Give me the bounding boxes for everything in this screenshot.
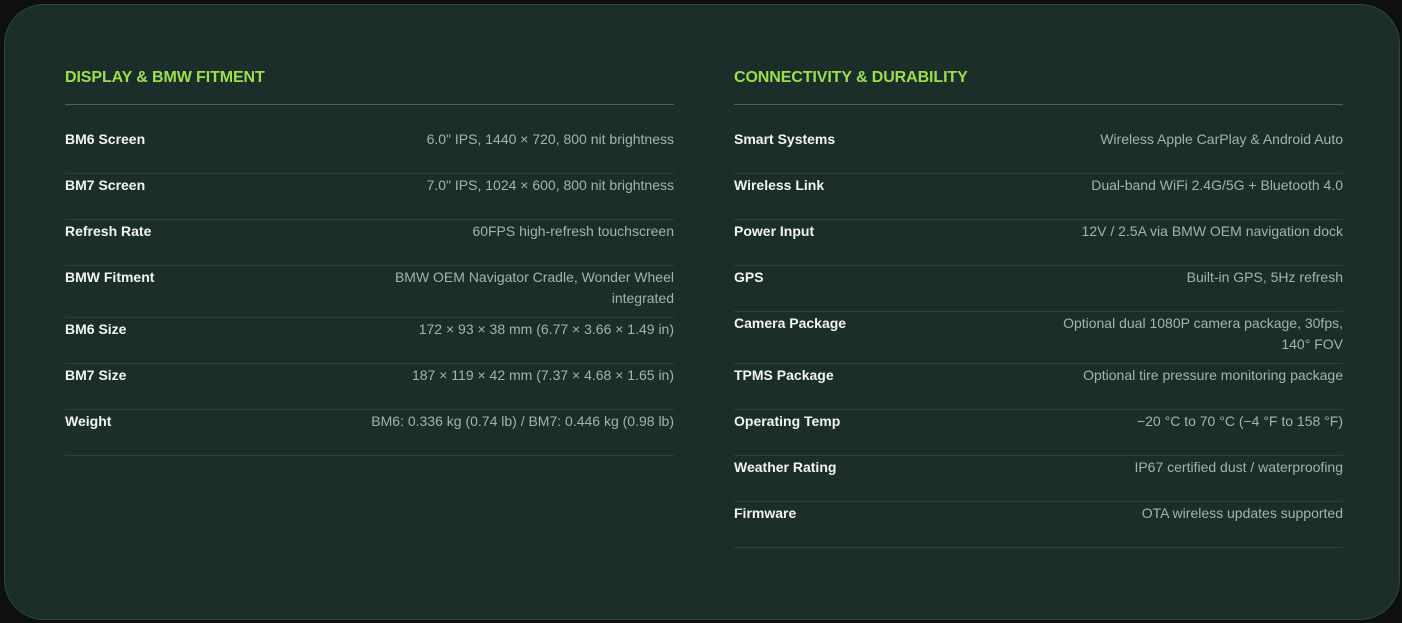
spec-row-camera-package: Camera Package Optional dual 1080P camer… (734, 312, 1343, 364)
spec-row-bm6-size: BM6 Size 172 × 93 × 38 mm (6.77 × 3.66 ×… (65, 318, 674, 364)
spec-value: Built-in GPS, 5Hz refresh (1186, 269, 1343, 285)
spec-label: Weather Rating (734, 459, 837, 475)
section-title-connectivity-durability: CONNECTIVITY & DURABILITY (734, 69, 968, 86)
spec-row-operating-temp: Operating Temp −20 °C to 70 °C (−4 °F to… (734, 410, 1343, 456)
display-fitment-section: DISPLAY & BMW FITMENT BM6 Screen 6.0" IP… (65, 69, 674, 456)
spec-label: Firmware (734, 505, 797, 521)
spec-value: Dual-band WiFi 2.4G/5G + Bluetooth 4.0 (1091, 177, 1343, 193)
spec-row-firmware: Firmware OTA wireless updates supported (734, 502, 1343, 548)
spec-label: Operating Temp (734, 413, 841, 429)
spec-list-right: Smart Systems Wireless Apple CarPlay & A… (734, 128, 1343, 548)
spec-label: BM6 Screen (65, 131, 146, 147)
title-divider (734, 104, 1343, 105)
spec-value: 7.0" IPS, 1024 × 600, 800 nit brightness (426, 177, 674, 193)
spec-label: Weight (65, 413, 112, 429)
spec-value: OTA wireless updates supported (1141, 505, 1343, 521)
spec-label: TPMS Package (734, 367, 834, 383)
spec-label: BM6 Size (65, 321, 127, 337)
spec-row-power-input: Power Input 12V / 2.5A via BMW OEM navig… (734, 220, 1343, 266)
spec-row-gps: GPS Built-in GPS, 5Hz refresh (734, 266, 1343, 312)
spec-value: −20 °C to 70 °C (−4 °F to 158 °F) (1136, 413, 1343, 429)
specs-panel: DISPLAY & BMW FITMENT BM6 Screen 6.0" IP… (4, 4, 1400, 620)
spec-label: Power Input (734, 223, 815, 239)
spec-row-refresh-rate: Refresh Rate 60FPS high-refresh touchscr… (65, 220, 674, 266)
spec-label: Wireless Link (734, 177, 825, 193)
spec-value: IP67 certified dust / waterproofing (1134, 459, 1343, 475)
spec-value: Optional tire pressure monitoring packag… (1083, 367, 1343, 383)
spec-row-bm7-size: BM7 Size 187 × 119 × 42 mm (7.37 × 4.68 … (65, 364, 674, 410)
spec-value: 187 × 119 × 42 mm (7.37 × 4.68 × 1.65 in… (411, 367, 674, 383)
spec-row-smart-systems: Smart Systems Wireless Apple CarPlay & A… (734, 128, 1343, 174)
spec-list-left: BM6 Screen 6.0" IPS, 1440 × 720, 800 nit… (65, 128, 674, 456)
spec-label: BMW Fitment (65, 269, 155, 285)
spec-value: Wireless Apple CarPlay & Android Auto (1100, 131, 1343, 147)
spec-row-wireless-link: Wireless Link Dual-band WiFi 2.4G/5G + B… (734, 174, 1343, 220)
spec-value: 172 × 93 × 38 mm (6.77 × 3.66 × 1.49 in) (418, 321, 674, 337)
spec-value: 60FPS high-refresh touchscreen (472, 223, 674, 239)
spec-label: Camera Package (734, 315, 847, 331)
spec-row-bm6-screen: BM6 Screen 6.0" IPS, 1440 × 720, 800 nit… (65, 128, 674, 174)
spec-label: GPS (734, 269, 764, 285)
spec-row-tpms-package: TPMS Package Optional tire pressure moni… (734, 364, 1343, 410)
spec-label: BM7 Screen (65, 177, 146, 193)
spec-label: Refresh Rate (65, 223, 152, 239)
spec-value: 6.0" IPS, 1440 × 720, 800 nit brightness (426, 131, 674, 147)
spec-row-bm7-screen: BM7 Screen 7.0" IPS, 1024 × 600, 800 nit… (65, 174, 674, 220)
spec-value: BM6: 0.336 kg (0.74 lb) / BM7: 0.446 kg … (371, 413, 674, 429)
spec-value: BMW OEM Navigator Cradle, Wonder Wheel i… (394, 269, 674, 306)
spec-value: 12V / 2.5A via BMW OEM navigation dock (1081, 223, 1343, 239)
spec-label: BM7 Size (65, 367, 127, 383)
spec-row-weight: Weight BM6: 0.336 kg (0.74 lb) / BM7: 0.… (65, 410, 674, 456)
spec-label: Smart Systems (734, 131, 836, 147)
connectivity-durability-section: CONNECTIVITY & DURABILITY Smart Systems … (734, 69, 1343, 548)
spec-row-weather-rating: Weather Rating IP67 certified dust / wat… (734, 456, 1343, 502)
spec-value: Optional dual 1080P camera package, 30fp… (1063, 315, 1343, 352)
section-title-display-fitment: DISPLAY & BMW FITMENT (65, 69, 265, 86)
spec-row-bmw-fitment: BMW Fitment BMW OEM Navigator Cradle, Wo… (65, 266, 674, 318)
title-divider (65, 104, 674, 105)
